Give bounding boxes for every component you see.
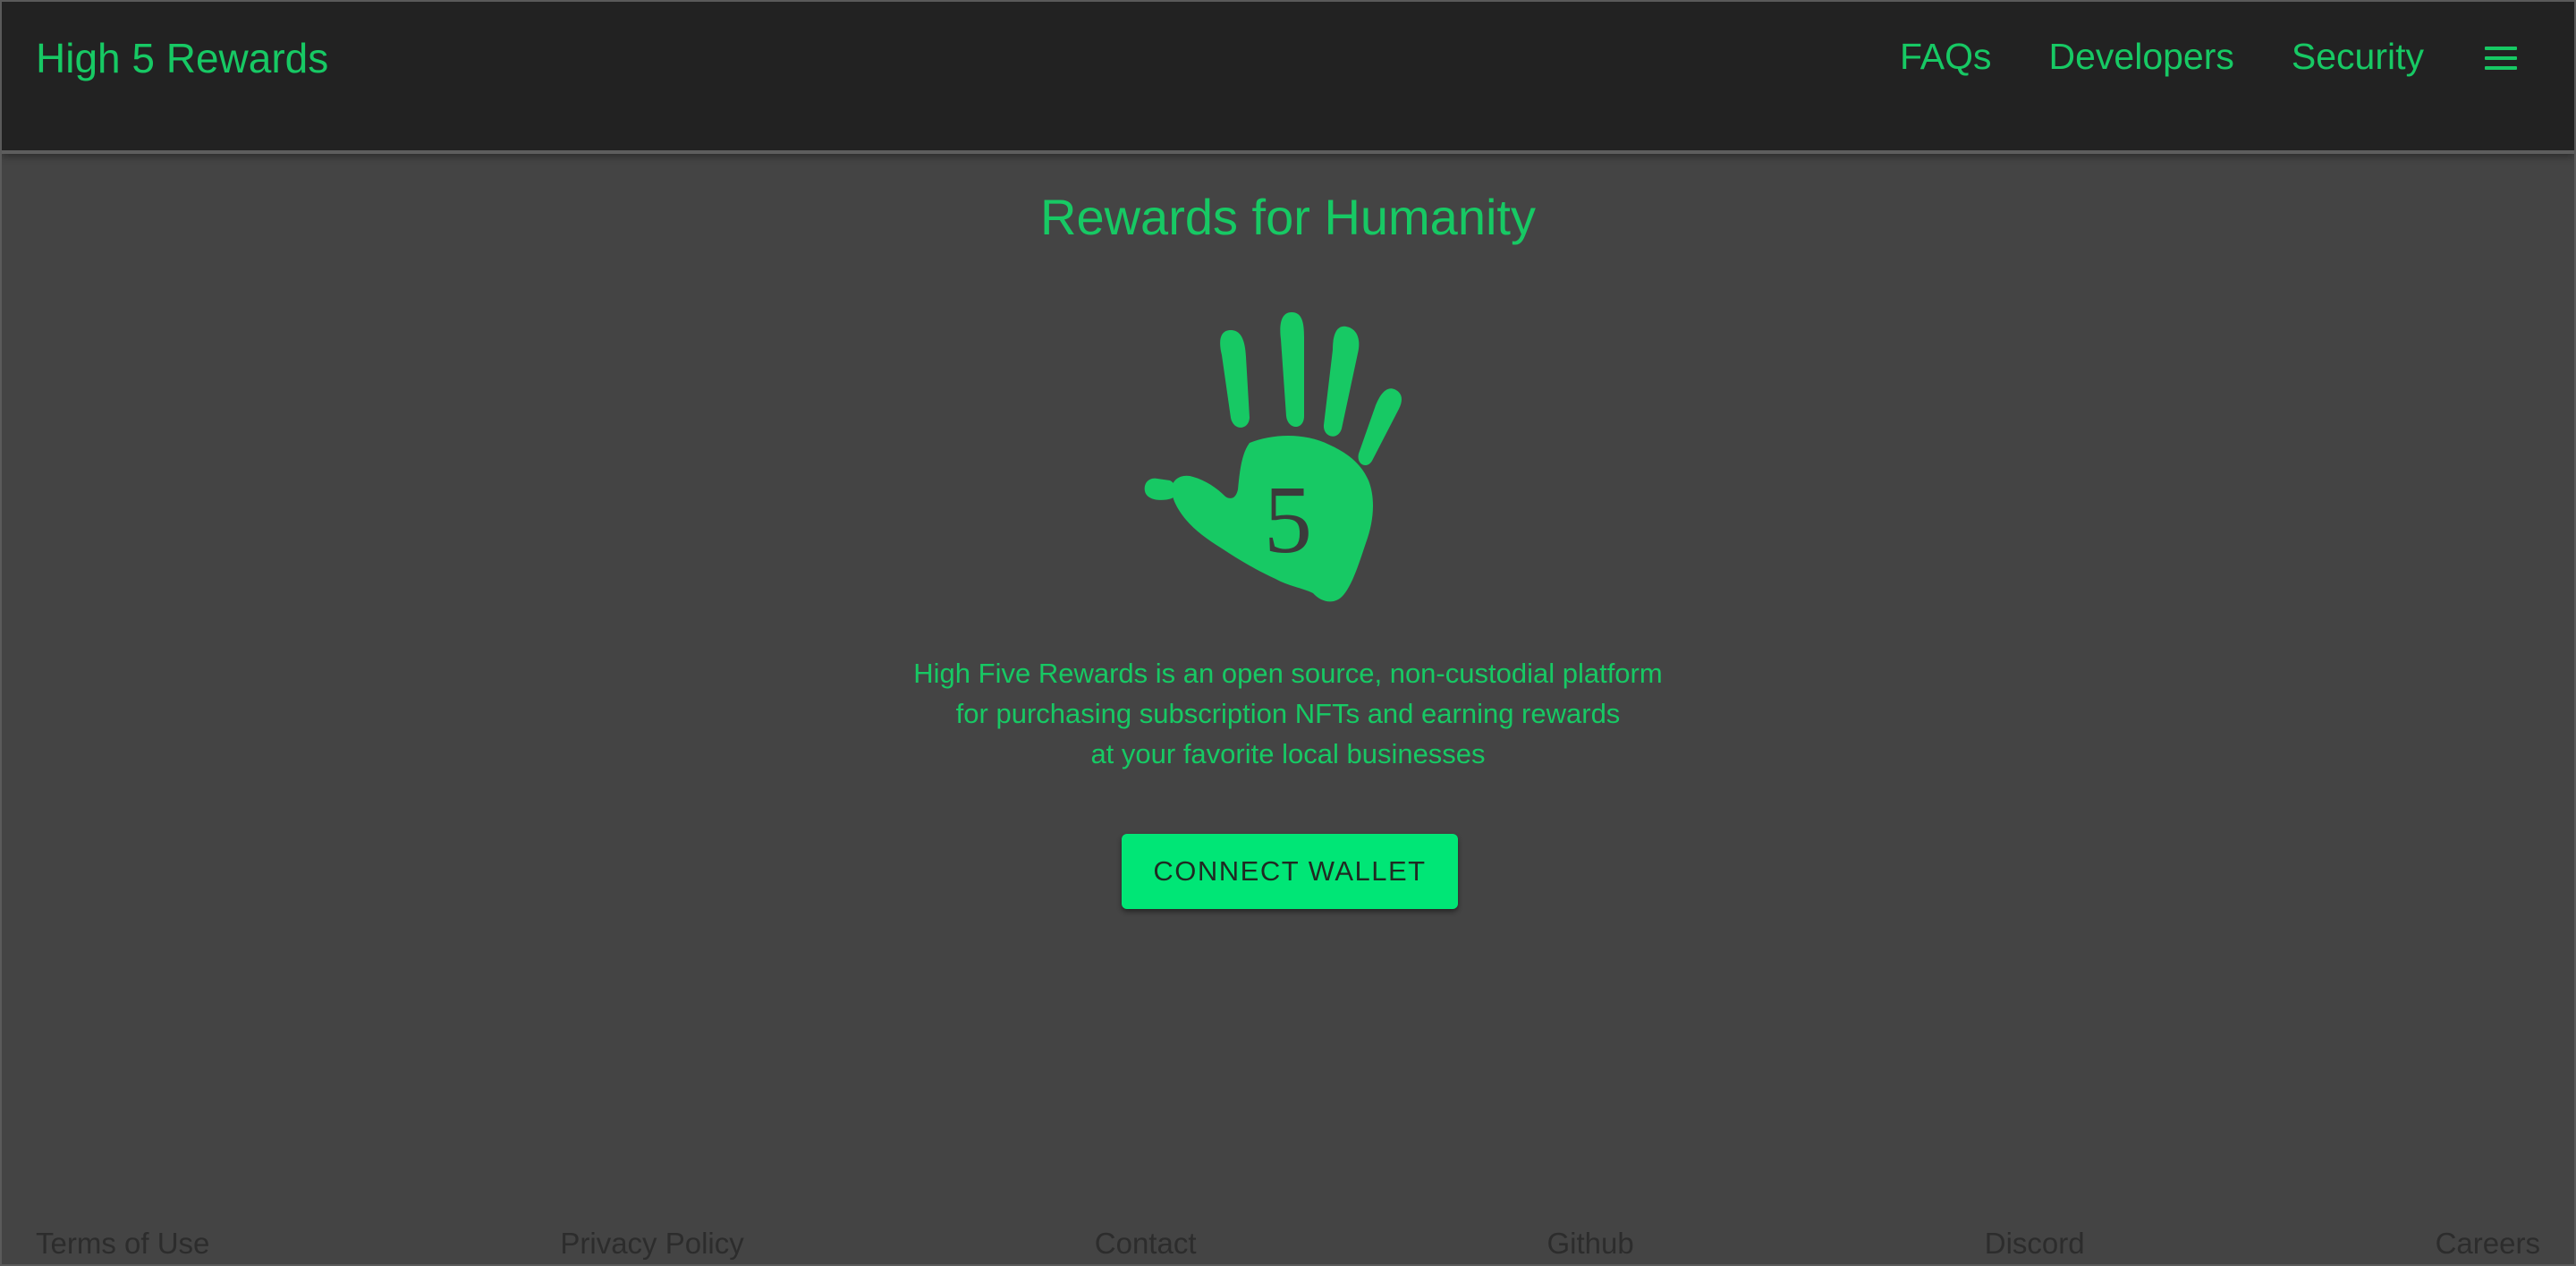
hero-title: Rewards for Humanity — [1040, 189, 1536, 245]
app-window: High 5 Rewards FAQs Developers Security … — [0, 0, 2576, 1266]
nav-link-developers[interactable]: Developers — [2049, 27, 2234, 89]
description-line: at your favorite local businesses — [1090, 738, 1486, 769]
footer-link-github[interactable]: Github — [1547, 1220, 1634, 1264]
brand-link[interactable]: High 5 Rewards — [36, 27, 328, 89]
connect-wallet-button[interactable]: CONNECT WALLET — [1122, 834, 1458, 909]
description-line: for purchasing subscription NFTs and ear… — [955, 698, 1621, 729]
menu-bar-bottom — [2485, 66, 2517, 70]
nav-link-faqs[interactable]: FAQs — [1900, 27, 1992, 89]
footer: Terms of Use Privacy Policy Contact Gith… — [2, 1220, 2574, 1264]
top-app-bar: High 5 Rewards FAQs Developers Security — [2, 2, 2574, 154]
footer-link-careers[interactable]: Careers — [2436, 1220, 2540, 1264]
menu-bar-top — [2485, 47, 2517, 50]
footer-link-privacy[interactable]: Privacy Policy — [560, 1220, 743, 1264]
hamburger-menu-icon[interactable] — [2483, 41, 2519, 75]
nav-link-security[interactable]: Security — [2292, 27, 2424, 89]
footer-link-contact[interactable]: Contact — [1095, 1220, 1197, 1264]
top-nav: FAQs Developers Security — [1900, 27, 2424, 89]
logo-number: 5 — [1264, 467, 1312, 574]
menu-bar-middle — [2485, 56, 2517, 60]
footer-link-terms[interactable]: Terms of Use — [36, 1220, 209, 1264]
hand-five-icon: 5 — [1144, 312, 1402, 602]
hero-description: High Five Rewards is an open source, non… — [2, 653, 2574, 774]
footer-link-discord[interactable]: Discord — [1985, 1220, 2085, 1264]
description-line: High Five Rewards is an open source, non… — [913, 658, 1663, 689]
